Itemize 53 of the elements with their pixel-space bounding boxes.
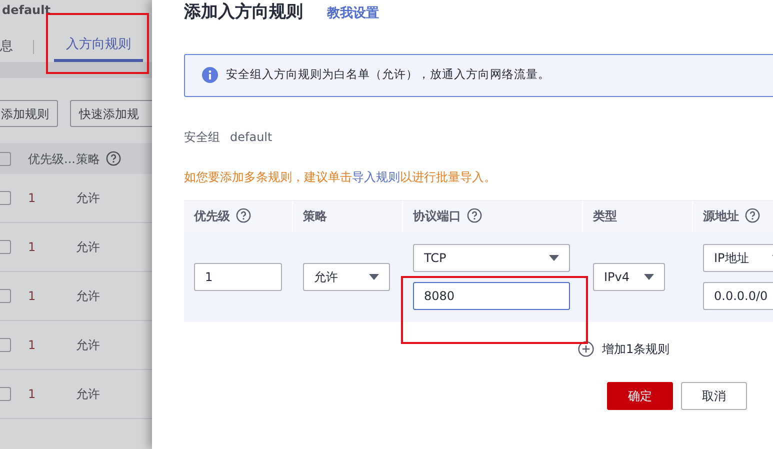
table-cell: 1 [28,289,36,303]
checkbox[interactable] [0,387,11,401]
column-header: 优先级... [28,152,76,166]
table-cell: 1 [28,191,36,205]
help-icon[interactable] [745,208,760,223]
dropdown[interactable]: IP地址 [703,244,773,272]
caret-icon [369,274,379,280]
table-cell-text: 允许 [76,239,100,256]
column-header: 优先级 [194,209,230,223]
table-cell: 1 [28,338,36,352]
input-field[interactable]: 8080 [413,282,570,310]
dropdown[interactable]: TCP [413,244,570,272]
field-label: 安全组 [184,128,220,146]
checkbox[interactable] [0,338,11,352]
caret-icon [549,254,559,260]
caret-icon [644,274,654,280]
column-header: 源地址 [703,209,739,223]
table-cell: 1 [28,240,36,254]
column-header: 策略 [76,152,100,166]
plus-circle-icon [578,340,594,356]
checkbox[interactable] [0,240,11,254]
confirm-button[interactable]: 确定 [607,382,673,410]
dropdown[interactable]: 允许 [303,262,390,290]
toolbar-button[interactable]: 添加规则 [0,100,58,127]
column-header: 协议端口 [413,209,461,223]
table-cell-text: 允许 [76,190,100,207]
help-icon[interactable] [106,150,121,166]
field-value: default [230,128,272,146]
help-link[interactable]: 教我设置 [327,4,379,24]
import-link[interactable]: 导入规则 [352,170,400,184]
toolbar-button[interactable]: 快速添加规 [70,100,152,127]
add-rule-button[interactable]: 增加1条规则 [578,340,670,358]
checkbox[interactable] [0,191,11,205]
page-title: default [1,2,52,19]
cancel-button[interactable]: 取消 [681,382,747,410]
checkbox[interactable] [0,152,11,166]
table-cell: 1 [28,387,36,401]
checkbox[interactable] [0,289,11,303]
table-cell-text: 允许 [76,337,100,354]
input-field[interactable]: 1 [194,262,282,290]
help-icon[interactable] [236,208,251,223]
dialog-title: 添加入方向规则 [184,1,303,24]
column-header: 类型 [593,209,617,223]
tab[interactable]: 息 [0,36,13,62]
input-field[interactable]: 0.0.0.0/0 [703,282,773,310]
table-cell-text: 允许 [76,288,100,305]
table-cell-text: 允许 [76,386,100,403]
dropdown[interactable]: IPv4 [593,262,665,290]
column-header: 策略 [303,209,327,223]
help-icon[interactable] [467,208,482,223]
hint-text: 如您要添加多条规则，建议单击导入规则以进行批量导入。 [184,168,497,186]
info-icon [202,67,218,83]
notice-text: 安全组入方向规则为白名单（允许），放通入方向网络流量。 [226,66,550,84]
